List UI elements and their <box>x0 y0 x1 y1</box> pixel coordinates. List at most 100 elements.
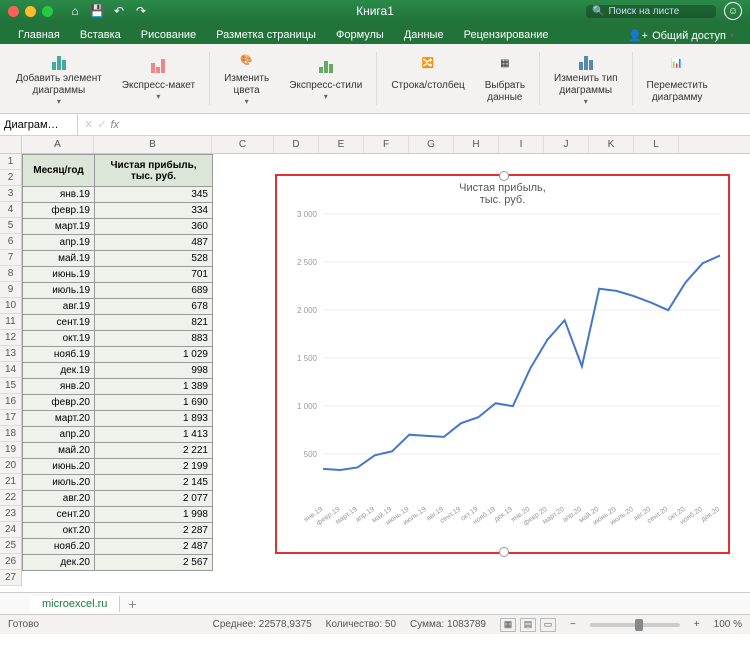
switch-row-col-button[interactable]: 🔀 Строка/столбец <box>383 48 472 109</box>
home-icon[interactable]: ⌂ <box>67 3 83 19</box>
svg-text:дек.20: дек.20 <box>700 506 721 524</box>
sheet-tabs-bar: microexcel.ru + <box>0 592 750 614</box>
change-chart-type-button[interactable]: Изменить тип диаграммы ▾ <box>546 48 625 109</box>
sheet-tab[interactable]: microexcel.ru <box>30 596 120 612</box>
row-headers[interactable]: 1234567891011121314151617181920212223242… <box>0 154 22 586</box>
normal-view-icon[interactable]: ▦ <box>500 618 516 632</box>
cancel-icon[interactable]: ✕ <box>84 118 93 131</box>
search-icon: 🔍 <box>592 6 604 17</box>
chart-object[interactable]: Чистая прибыль, тыс. руб. 5001 0001 5002… <box>275 174 730 554</box>
table-row[interactable]: июль.19689 <box>23 283 213 299</box>
table-row[interactable]: февр.201 690 <box>23 395 213 411</box>
worksheet[interactable]: 1234567891011121314151617181920212223242… <box>0 136 750 592</box>
window-controls <box>8 6 53 17</box>
svg-text:1 000: 1 000 <box>297 402 318 411</box>
zoom-level[interactable]: 100 % <box>714 619 742 630</box>
table-row[interactable]: нояб.191 029 <box>23 347 213 363</box>
tab-draw[interactable]: Рисование <box>131 26 206 44</box>
table-row[interactable]: дек.19998 <box>23 363 213 379</box>
status-ready: Готово <box>8 619 39 630</box>
page-break-icon[interactable]: ▭ <box>540 618 556 632</box>
chevron-down-icon: ▾ <box>245 97 249 107</box>
status-average: Среднее: 22578,9375 <box>213 619 312 630</box>
table-row[interactable]: июнь.202 199 <box>23 459 213 475</box>
search-input[interactable]: 🔍 Поиск на листе <box>586 5 716 18</box>
svg-text:3 000: 3 000 <box>297 210 318 219</box>
table-row[interactable]: окт.19883 <box>23 331 213 347</box>
document-title: Книга1 <box>356 4 394 18</box>
chevron-down-icon: ▾ <box>584 97 588 107</box>
table-row[interactable]: июль.202 145 <box>23 475 213 491</box>
confirm-icon[interactable]: ✓ <box>97 118 106 131</box>
share-button[interactable]: 👤+ Общий доступ ▾ <box>620 27 742 44</box>
select-all-corner[interactable] <box>0 136 22 154</box>
zoom-slider[interactable] <box>590 623 680 627</box>
maximize-icon[interactable] <box>42 6 53 17</box>
table-row[interactable]: апр.201 413 <box>23 427 213 443</box>
switch-icon: 🔀 <box>414 50 442 78</box>
chart-plot-area[interactable]: 5001 0001 5002 0002 5003 000янв.19февр.1… <box>277 208 732 548</box>
data-table[interactable]: Месяц/годЧистая прибыль, тыс. руб.янв.19… <box>22 154 213 571</box>
close-icon[interactable] <box>8 6 19 17</box>
table-row[interactable]: сент.201 998 <box>23 507 213 523</box>
table-row[interactable]: апр.19487 <box>23 235 213 251</box>
fx-icon[interactable]: fx <box>110 119 119 131</box>
view-mode-icons[interactable]: ▦ ▤ ▭ <box>500 618 556 632</box>
table-row[interactable]: май.202 221 <box>23 443 213 459</box>
tab-formulas[interactable]: Формулы <box>326 26 394 44</box>
svg-text:2 000: 2 000 <box>297 306 318 315</box>
column-headers[interactable]: ABCDEFGHIJKL <box>22 136 750 154</box>
chart-title[interactable]: Чистая прибыль, тыс. руб. <box>277 176 728 208</box>
change-colors-button[interactable]: 🎨 Изменить цвета ▾ <box>216 48 277 109</box>
name-box[interactable]: Диаграм… <box>0 114 78 135</box>
table-row[interactable]: янв.19345 <box>23 187 213 203</box>
tab-insert[interactable]: Вставка <box>70 26 131 44</box>
move-chart-button[interactable]: 📊 Переместить диаграмму <box>639 48 716 109</box>
status-count: Количество: 50 <box>326 619 396 630</box>
svg-text:1 500: 1 500 <box>297 354 318 363</box>
status-sum: Сумма: 1083789 <box>410 619 486 630</box>
grid-icon: ▦ <box>491 50 519 78</box>
zoom-in-button[interactable]: + <box>694 619 700 630</box>
add-sheet-button[interactable]: + <box>120 596 144 612</box>
chevron-down-icon: ▾ <box>730 31 734 40</box>
page-layout-icon[interactable]: ▤ <box>520 618 536 632</box>
table-row[interactable]: март.19360 <box>23 219 213 235</box>
svg-text:2 500: 2 500 <box>297 258 318 267</box>
tab-review[interactable]: Рецензирование <box>454 26 559 44</box>
table-row[interactable]: май.19528 <box>23 251 213 267</box>
tab-data[interactable]: Данные <box>394 26 454 44</box>
quick-access-toolbar: ⌂ 💾 ↶ ↷ <box>67 3 149 19</box>
minimize-icon[interactable] <box>25 6 36 17</box>
chevron-down-icon: ▾ <box>156 92 160 102</box>
redo-icon[interactable]: ↷ <box>133 3 149 19</box>
tab-home[interactable]: Главная <box>8 26 70 44</box>
table-row[interactable]: авг.202 077 <box>23 491 213 507</box>
save-icon[interactable]: 💾 <box>89 3 105 19</box>
table-row[interactable]: июнь.19701 <box>23 267 213 283</box>
tab-layout[interactable]: Разметка страницы <box>206 26 326 44</box>
express-styles-button[interactable]: Экспресс-стили ▾ <box>281 48 370 109</box>
undo-icon[interactable]: ↶ <box>111 3 127 19</box>
table-row[interactable]: дек.202 567 <box>23 555 213 571</box>
zoom-out-button[interactable]: − <box>570 619 576 630</box>
table-row[interactable]: март.201 893 <box>23 411 213 427</box>
formula-bar-row: Диаграм… ✕ ✓ fx <box>0 114 750 136</box>
table-row[interactable]: сент.19821 <box>23 315 213 331</box>
table-row[interactable]: авг.19678 <box>23 299 213 315</box>
titlebar: ⌂ 💾 ↶ ↷ Книга1 🔍 Поиск на листе ☺ <box>0 0 750 22</box>
chevron-down-icon: ▾ <box>324 92 328 102</box>
chevron-down-icon: ▾ <box>57 97 61 107</box>
person-icon: 👤+ <box>628 29 648 42</box>
express-layout-button[interactable]: Экспресс-макет ▾ <box>114 48 203 109</box>
select-data-button[interactable]: ▦ Выбрать данные <box>477 48 533 109</box>
move-icon: 📊 <box>663 50 691 78</box>
table-row[interactable]: нояб.202 487 <box>23 539 213 555</box>
add-chart-element-button[interactable]: Добавить элемент диаграммы ▾ <box>8 48 110 109</box>
palette-icon: 🎨 <box>233 50 261 71</box>
feedback-icon[interactable]: ☺ <box>724 2 742 20</box>
table-row[interactable]: февр.19334 <box>23 203 213 219</box>
table-row[interactable]: янв.201 389 <box>23 379 213 395</box>
table-row[interactable]: окт.202 287 <box>23 523 213 539</box>
ribbon: Добавить элемент диаграммы ▾ Экспресс-ма… <box>0 44 750 114</box>
